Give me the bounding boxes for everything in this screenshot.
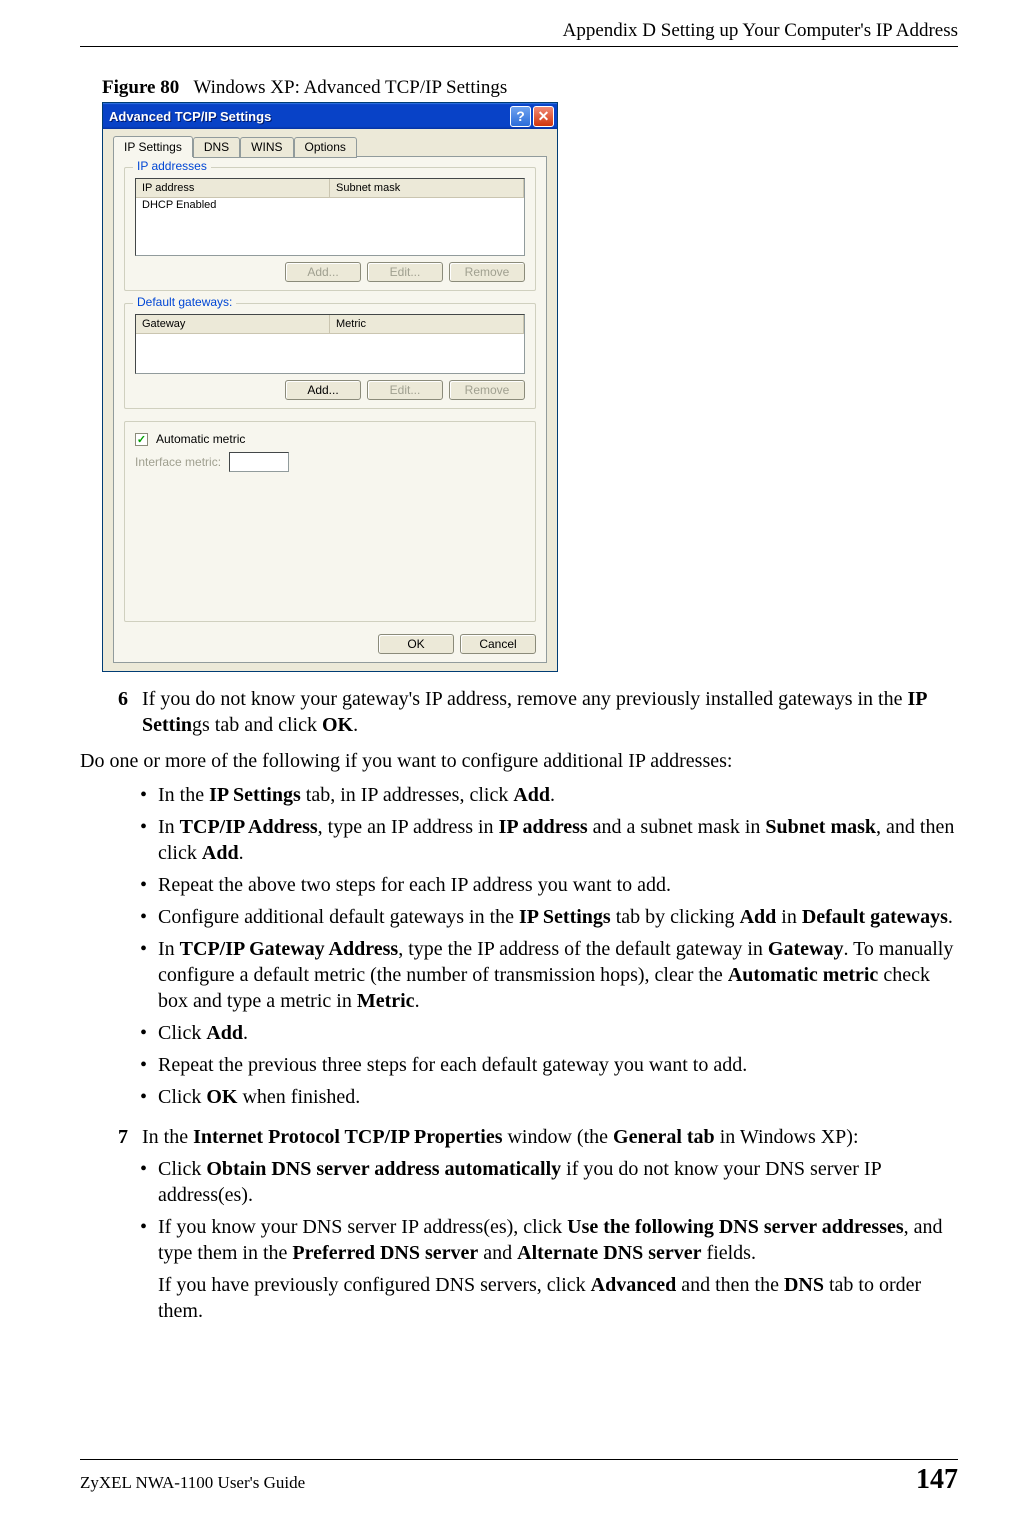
ip-add-button[interactable]: Add... [285, 262, 361, 282]
xp-dialog: Advanced TCP/IP Settings ? ✕ IP Settings… [102, 102, 558, 672]
step-6-number: 6 [118, 686, 142, 738]
page-number: 147 [916, 1464, 958, 1496]
group-default-gateways: Default gateways: Gateway Metric Add... … [124, 303, 536, 409]
group-gw-title: Default gateways: [133, 295, 236, 309]
sub-paragraph: If you have previously configured DNS se… [158, 1272, 958, 1324]
tab-dns[interactable]: DNS [193, 137, 240, 158]
dialog-title: Advanced TCP/IP Settings [109, 109, 510, 124]
footer-rule [80, 1459, 958, 1460]
paragraph-intro: Do one or more of the following if you w… [80, 748, 958, 774]
tab-wins[interactable]: WINS [240, 137, 293, 158]
footer-guide: ZyXEL NWA-1100 User's Guide [80, 1473, 305, 1493]
figure-label: Figure 80 [102, 77, 179, 98]
gw-listbox[interactable]: Gateway Metric [135, 314, 525, 374]
help-icon[interactable]: ? [510, 106, 531, 127]
ip-remove-button[interactable]: Remove [449, 262, 525, 282]
list-item: •In TCP/IP Address, type an IP address i… [140, 814, 958, 866]
gw-remove-button[interactable]: Remove [449, 380, 525, 400]
list-item: •If you know your DNS server IP address(… [140, 1214, 958, 1266]
ip-listbox[interactable]: IP address Subnet mask DHCP Enabled [135, 178, 525, 256]
list-item: •Configure additional default gateways i… [140, 904, 958, 930]
group-ip-addresses: IP addresses IP address Subnet mask DHCP… [124, 167, 536, 291]
gw-add-button[interactable]: Add... [285, 380, 361, 400]
automatic-metric-label: Automatic metric [156, 432, 245, 446]
figure-caption: Figure 80 Windows XP: Advanced TCP/IP Se… [102, 77, 958, 99]
figure-caption-text: Windows XP: Advanced TCP/IP Settings [193, 77, 507, 98]
tab-row: IP Settings DNS WINS Options [113, 135, 547, 156]
step-6-mid: gs tab and click [192, 714, 322, 736]
gw-header-gateway[interactable]: Gateway [136, 315, 330, 333]
gw-edit-button[interactable]: Edit... [367, 380, 443, 400]
header-rule [80, 46, 958, 47]
group-ip-title: IP addresses [133, 159, 211, 173]
list-item: •Repeat the above two steps for each IP … [140, 872, 958, 898]
automatic-metric-checkbox[interactable]: ✓ [135, 433, 148, 446]
cancel-button[interactable]: Cancel [460, 634, 536, 654]
step-6-bold2: OK [322, 714, 353, 736]
ip-edit-button[interactable]: Edit... [367, 262, 443, 282]
list-item: •Click OK when finished. [140, 1084, 958, 1110]
step-6-text: If you do not know your gateway's IP add… [142, 688, 907, 710]
ok-button[interactable]: OK [378, 634, 454, 654]
interface-metric-input[interactable] [229, 452, 289, 472]
list-item: •In TCP/IP Gateway Address, type the IP … [140, 936, 958, 1014]
step-6: 6 If you do not know your gateway's IP a… [118, 686, 958, 738]
ip-header-subnet[interactable]: Subnet mask [330, 179, 524, 197]
ip-row-dhcp[interactable]: DHCP Enabled [136, 198, 524, 212]
list-item: •Click Add. [140, 1020, 958, 1046]
list-item: •Repeat the previous three steps for eac… [140, 1052, 958, 1078]
header-appendix-title: Appendix D Setting up Your Computer's IP… [80, 20, 958, 42]
interface-metric-label: Interface metric: [135, 455, 221, 469]
ip-header-address[interactable]: IP address [136, 179, 330, 197]
step-6-post: . [353, 714, 358, 736]
close-icon[interactable]: ✕ [533, 106, 554, 127]
step-7: 7 In the Internet Protocol TCP/IP Proper… [118, 1124, 958, 1150]
list-item: •In the IP Settings tab, in IP addresses… [140, 782, 958, 808]
gw-header-metric[interactable]: Metric [330, 315, 524, 333]
tab-ip-settings[interactable]: IP Settings [113, 136, 193, 157]
step-7-number: 7 [118, 1124, 142, 1150]
list-item: •Click Obtain DNS server address automat… [140, 1156, 958, 1208]
title-bar[interactable]: Advanced TCP/IP Settings ? ✕ [103, 103, 557, 129]
tab-options[interactable]: Options [294, 137, 357, 158]
